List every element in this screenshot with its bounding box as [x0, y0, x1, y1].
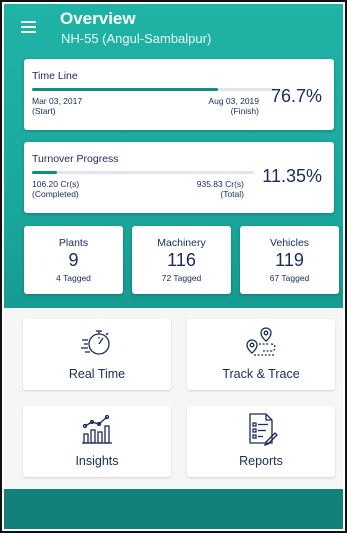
page-title: Overview: [60, 9, 136, 28]
tile-label: Track & Trace: [222, 367, 300, 381]
stat-tagged: 72 Tagged: [161, 273, 202, 283]
report-document-icon: [249, 413, 278, 446]
stat-card-vehicles[interactable]: Vehicles 119 67 Tagged: [240, 226, 339, 294]
turnover-total-value: 935.83 Cr(s): [196, 179, 244, 189]
stat-card-plants[interactable]: Plants 9 4 Tagged: [24, 226, 123, 294]
timeline-finish-date: Aug 03, 2019: [208, 96, 259, 106]
turnover-total-caption: (Total): [220, 189, 244, 199]
track-trace-tile[interactable]: Track & Trace: [187, 319, 335, 390]
app-frame: Overview NH-55 (Angul-Sambalpur) Time Li…: [0, 0, 347, 533]
bottom-bar: [4, 489, 343, 529]
stat-tagged: 67 Tagged: [269, 273, 310, 283]
tile-label: Reports: [239, 454, 283, 468]
turnover-percent: 11.35%: [262, 166, 322, 186]
turnover-label: Turnover Progress: [32, 153, 119, 165]
turnover-card[interactable]: Turnover Progress 106.20 Cr(s) (Complete…: [24, 142, 334, 213]
project-subtitle: NH-55 (Angul-Sambalpur): [61, 31, 212, 46]
turnover-completed-caption: (Completed): [32, 189, 79, 199]
stat-card-machinery[interactable]: Machinery 116 72 Tagged: [132, 226, 231, 294]
tile-label: Real Time: [68, 367, 126, 381]
stat-value: 116: [167, 250, 196, 270]
timeline-finish-caption: (Finish): [230, 106, 259, 116]
stat-value: 9: [68, 250, 79, 270]
tile-label: Insights: [75, 454, 119, 468]
timeline-card[interactable]: Time Line Mar 03, 2017 (Start) Aug 03, 2…: [24, 59, 334, 130]
chart-icon: [82, 414, 112, 444]
real-time-tile[interactable]: Real Time: [23, 319, 171, 390]
insights-tile[interactable]: Insights: [23, 406, 171, 477]
turnover-progress-fill: [32, 171, 58, 174]
feature-tiles-panel: Real Time Track & Trace Insights Reports: [4, 308, 343, 489]
timeline-label: Time Line: [32, 70, 78, 82]
stat-value: 119: [275, 250, 304, 270]
turnover-progress-bar: [32, 171, 254, 174]
timeline-start-date: Mar 03, 2017: [32, 96, 83, 106]
turnover-completed-value: 106.20 Cr(s): [32, 179, 80, 189]
timeline-progress-fill: [32, 88, 219, 91]
timeline-percent: 76.7%: [270, 86, 322, 106]
timeline-progress-bar: [32, 88, 275, 91]
reports-tile[interactable]: Reports: [187, 406, 335, 477]
timeline-start-caption: (Start): [32, 106, 56, 116]
stat-tagged: 4 Tagged: [56, 273, 91, 283]
app-header: Overview NH-55 (Angul-Sambalpur): [4, 4, 343, 52]
stat-title: Plants: [58, 237, 89, 249]
hamburger-menu-icon[interactable]: [21, 21, 36, 33]
location-route-icon: [246, 327, 276, 356]
stat-title: Vehicles: [269, 237, 310, 249]
stat-title: Machinery: [157, 237, 206, 249]
stopwatch-icon: [81, 330, 110, 355]
